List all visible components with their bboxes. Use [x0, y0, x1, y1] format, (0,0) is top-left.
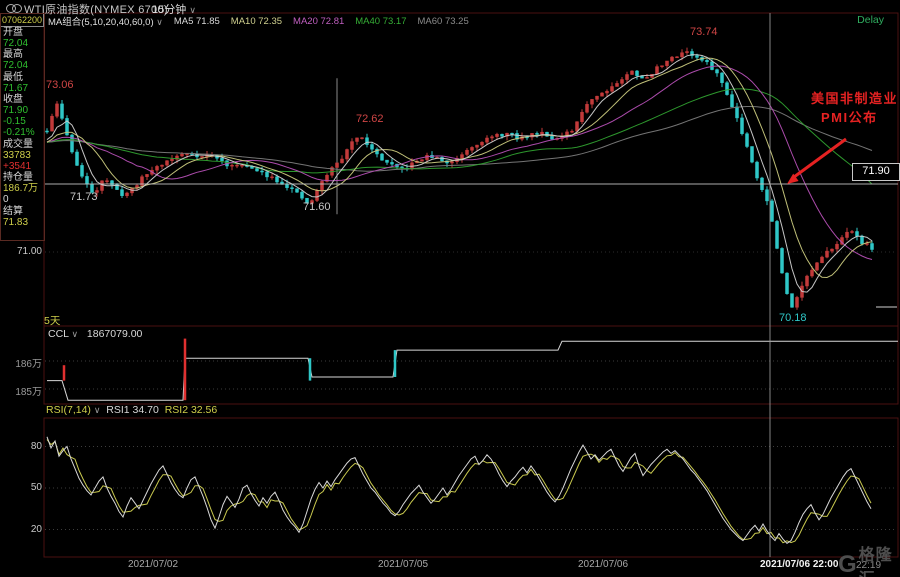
price-mark: 71.60	[303, 201, 331, 213]
trading-terminal: WTI原油指数(NYMEX 6700) 15分钟 ∨ Delay 0706220…	[0, 0, 900, 577]
quote-oi-label: 持仓量	[3, 172, 44, 183]
ma-legend-item: MA20 72.81	[293, 16, 344, 27]
chart-canvas[interactable]	[0, 0, 900, 577]
quote-panel: 开盘72.04最高72.04最低71.67收盘71.90-0.15-0.21%成…	[3, 27, 44, 228]
chevron-down-icon: ∨	[156, 17, 163, 27]
rsi-selector[interactable]: RSI(7,14) ∨	[46, 404, 103, 416]
price-mark: 73.74	[690, 26, 718, 38]
quote-settle-label: 结算	[3, 206, 44, 217]
quote-high-value: 72.04	[3, 60, 44, 71]
news-annotation-line2: PMI公布	[821, 107, 878, 126]
logo-g-icon: G	[838, 553, 857, 577]
ma-legend-item: MA10 72.35	[231, 16, 282, 27]
gelonghui-logo: G 格隆汇	[838, 541, 900, 577]
rsi-axis-label: 20	[8, 524, 42, 535]
chevron-down-icon: ∨	[94, 405, 101, 415]
oi-window-label: 5天	[44, 313, 60, 328]
quote-settle-value: 71.83	[3, 217, 44, 228]
crosshair-date-label: 2021/07/06 22:00	[760, 559, 838, 570]
quote-open-value: 72.04	[3, 38, 44, 49]
rsi2-value: RSI2 32.56	[165, 404, 218, 416]
ma-group-selector[interactable]: MA组合(5,10,20,40,60,0) ∨	[48, 14, 163, 28]
price-mark: 72.62	[356, 113, 384, 125]
quote-oi-value: 186.7万	[3, 183, 44, 194]
rsi-axis-label: 80	[8, 441, 42, 452]
rsi1-value: RSI1 34.70	[106, 404, 159, 416]
quote-high-label: 最高	[3, 49, 44, 60]
quote-change-value: -0.15	[3, 116, 44, 127]
quote-close-value: 71.90	[3, 105, 44, 116]
ccl-value: 1867079.00	[87, 328, 142, 340]
link-icon	[6, 4, 24, 13]
ma-legend-row: MA组合(5,10,20,40,60,0) ∨ MA5 71.85 MA10 72…	[48, 14, 480, 28]
ma-legend-item: MA40 73.17	[355, 16, 406, 27]
delay-badge: Delay	[857, 14, 884, 26]
quote-low-value: 71.67	[3, 83, 44, 94]
quote-oi-change: 0	[3, 194, 44, 205]
date-label: 2021/07/02	[128, 559, 178, 570]
quote-change-pct: -0.21%	[3, 127, 44, 138]
date-label: 2021/07/06	[578, 559, 628, 570]
oi-axis-label: 186万	[8, 355, 42, 370]
price-mark: 70.18	[779, 312, 807, 324]
ma-legend-item: MA60 73.25	[418, 16, 469, 27]
quote-volume-value: 33783	[3, 150, 44, 161]
crosshair-price-label: 71.90	[852, 163, 900, 181]
price-mark: 71.73	[70, 191, 98, 203]
quote-open-label: 开盘	[3, 27, 44, 38]
ma-legend-item: MA5 71.85	[174, 16, 220, 27]
rsi-legend: RSI(7,14) ∨ RSI1 34.70 RSI2 32.56	[46, 404, 217, 416]
rsi-axis-label: 50	[8, 482, 42, 493]
date-label: 2021/07/05	[378, 559, 428, 570]
quote-volume-change: +3541	[3, 161, 44, 172]
oi-axis-label: 185万	[8, 383, 42, 398]
quote-low-label: 最低	[3, 72, 44, 83]
ccl-selector[interactable]: CCL ∨	[48, 328, 81, 340]
quote-close-label: 收盘	[3, 94, 44, 105]
chevron-down-icon: ∨	[72, 329, 79, 339]
news-annotation-line1: 美国非制造业	[811, 88, 898, 107]
ma-items: MA5 71.85 MA10 72.35 MA20 72.81 MA40 73.17 M…	[174, 16, 480, 27]
ccl-legend: CCL ∨ 1867079.00	[48, 328, 142, 340]
quote-volume-label: 成交量	[3, 139, 44, 150]
price-axis-label: 71.00	[8, 246, 42, 257]
price-mark: 73.06	[46, 79, 74, 91]
